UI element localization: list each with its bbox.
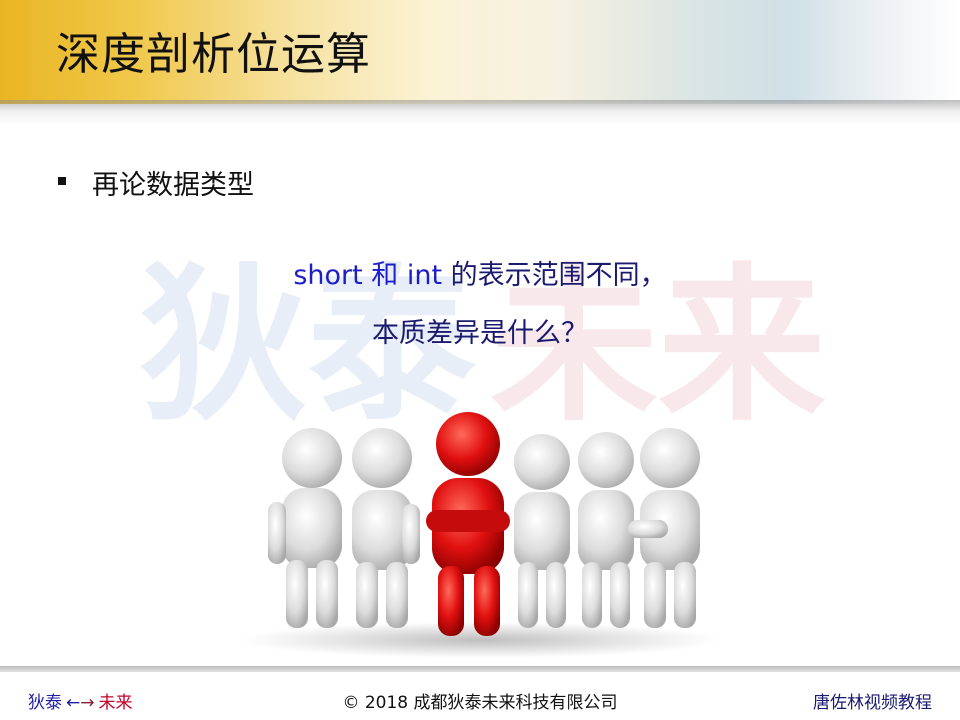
footer-course: 唐佐林视频教程	[813, 693, 932, 713]
white-figure-5	[628, 428, 700, 628]
white-figure-2	[352, 428, 420, 628]
question-lead: short 和 int	[293, 260, 443, 291]
title-shadow	[0, 100, 960, 126]
question-line-2: 本质差异是什么？	[372, 318, 588, 349]
bullet-marker	[58, 177, 66, 185]
question-line-1: short 和 int 的表示范围不同，	[0, 253, 960, 292]
white-figure-3	[514, 434, 570, 628]
question-rest: 的表示范围不同，	[442, 260, 667, 291]
figures-illustration	[240, 412, 720, 658]
white-figure-1	[268, 428, 342, 628]
footer-divider	[0, 666, 960, 672]
white-figure-4	[578, 432, 634, 628]
bullet-text: 再论数据类型	[92, 170, 254, 201]
page-title: 深度剖析位运算	[56, 29, 371, 80]
red-figure	[426, 412, 510, 636]
